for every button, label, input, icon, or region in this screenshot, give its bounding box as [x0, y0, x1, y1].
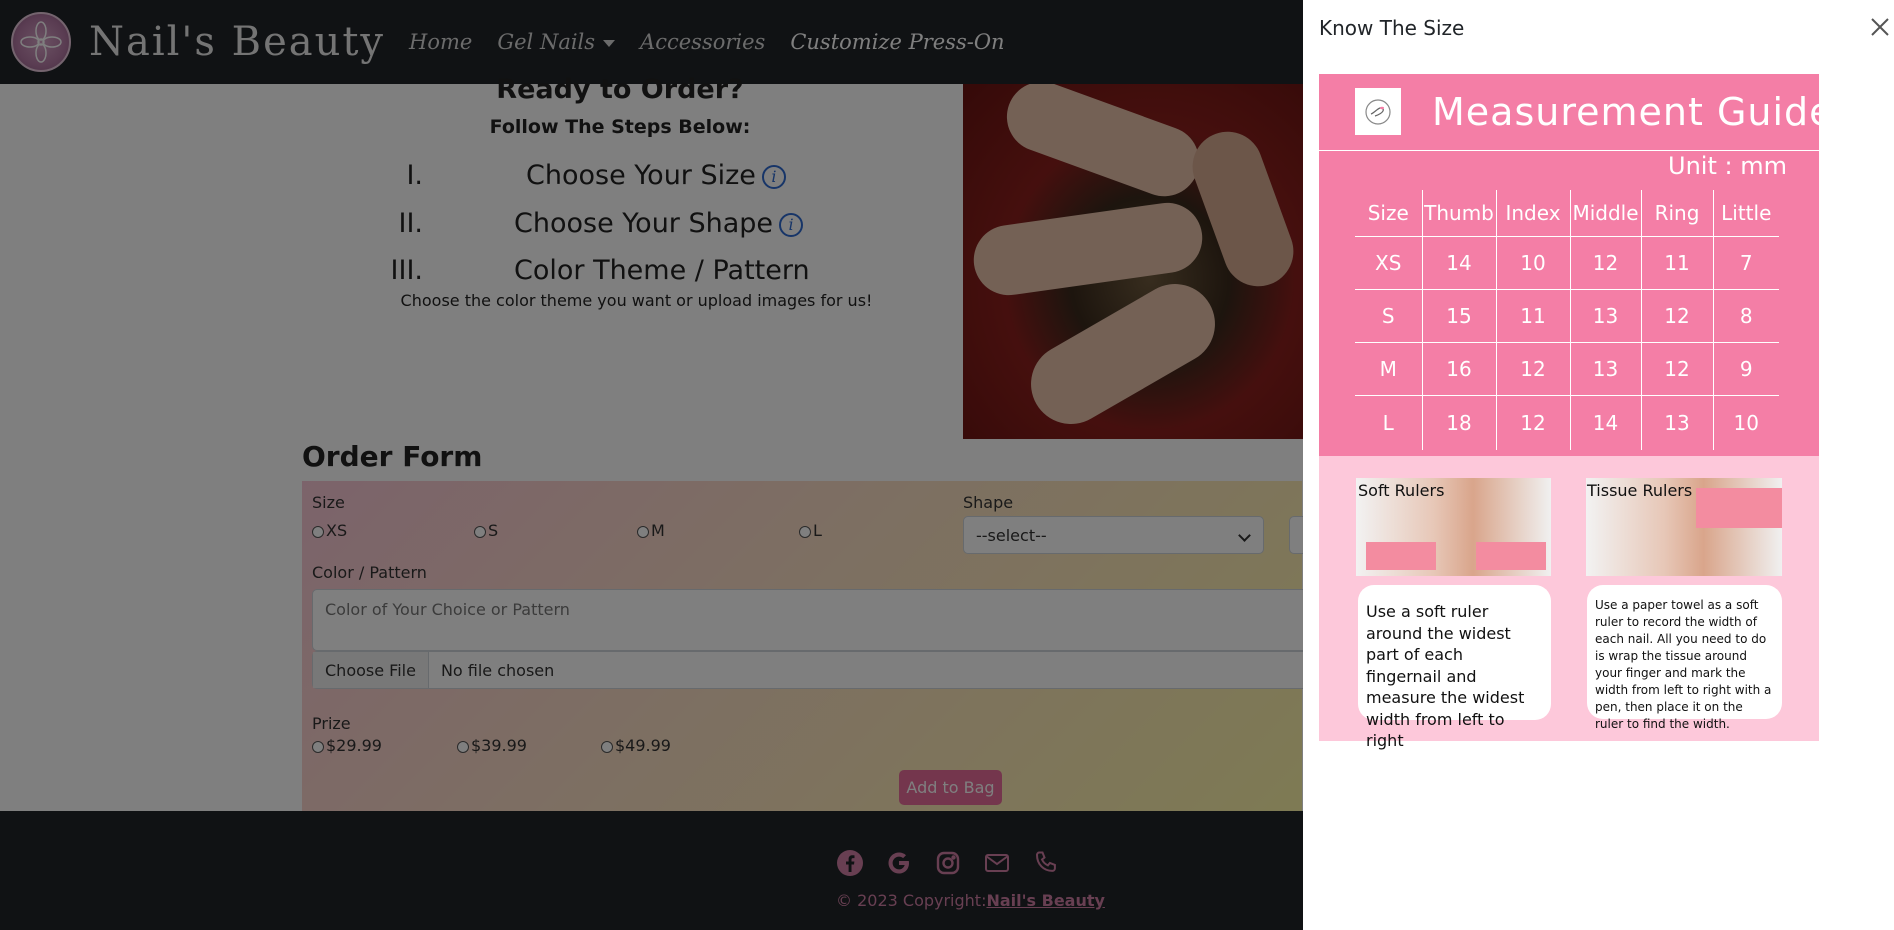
table-cell: 14	[1569, 395, 1641, 450]
table-cell: 8	[1712, 289, 1779, 343]
table-cell: 7	[1712, 236, 1779, 290]
guide-unit: Unit : mm	[1668, 152, 1787, 180]
table-cell: 12	[1495, 395, 1570, 450]
table-cell: 18	[1421, 395, 1496, 450]
table-cell: 10	[1712, 395, 1779, 450]
table-cell: 12	[1495, 342, 1570, 396]
table-cell: 12	[1640, 342, 1713, 396]
close-icon	[1871, 18, 1889, 36]
table-header-cell: Index	[1495, 190, 1570, 237]
close-button[interactable]	[1869, 16, 1891, 38]
guide-header-panel: Measurement Guide Unit : mm Size Thumb I…	[1319, 74, 1833, 456]
table-cell: 13	[1640, 395, 1713, 450]
soft-ruler-card: Use a soft ruler around the widest part …	[1358, 585, 1551, 750]
table-header-cell: Little	[1712, 190, 1779, 237]
table-header-cell: Middle	[1569, 190, 1641, 237]
table-cell: 15	[1421, 289, 1496, 343]
table-cell: S	[1355, 289, 1422, 343]
soft-ruler-label: Soft Rulers	[1358, 481, 1445, 500]
table-cell: 11	[1495, 289, 1570, 343]
measurement-guide-image: Measurement Guide Unit : mm Size Thumb I…	[1319, 74, 1833, 750]
guide-title: Measurement Guide	[1432, 90, 1834, 134]
table-cell: 14	[1421, 236, 1496, 290]
size-guide-offcanvas: Know The Size Measurement Guide Unit : m…	[1303, 0, 1894, 930]
table-header-cell: Ring	[1640, 190, 1713, 237]
table-cell: L	[1382, 410, 1394, 435]
tissue-ruler-card: Use a paper towel as a soft ruler to rec…	[1587, 585, 1782, 731]
offcanvas-title: Know The Size	[1319, 16, 1465, 40]
table-row: M 16 12 13 12 9	[1355, 342, 1779, 396]
guide-divider	[1319, 150, 1819, 151]
table-cell: 11	[1640, 236, 1713, 290]
table-cell: M	[1355, 342, 1422, 396]
guide-logo	[1355, 88, 1401, 135]
table-row: L 18 12 14 13 10	[1355, 395, 1779, 450]
size-table: Size Thumb Index Middle Ring Little XS 1…	[1355, 190, 1779, 450]
tissue-ruler-label: Tissue Rulers	[1587, 481, 1693, 500]
table-cell: 12	[1640, 289, 1713, 343]
table-cell: 16	[1421, 342, 1496, 396]
table-row: XS 14 10 12 11 7	[1355, 236, 1779, 290]
table-row: S 15 11 13 12 8	[1355, 289, 1779, 343]
table-cell: 9	[1712, 342, 1779, 396]
table-header-cell: Size	[1355, 190, 1422, 237]
size-table-header: Size Thumb Index Middle Ring Little	[1355, 190, 1779, 237]
table-cell: 10	[1495, 236, 1570, 290]
table-cell: XS	[1355, 236, 1422, 290]
table-cell: 13	[1569, 342, 1641, 396]
table-cell: 13	[1569, 289, 1641, 343]
nail-hand-icon	[1365, 98, 1391, 125]
guide-ruler-panel: Soft Rulers Use a soft ruler around the …	[1319, 456, 1819, 750]
table-cell: 12	[1569, 236, 1641, 290]
modal-backdrop[interactable]	[0, 0, 1303, 930]
table-header-cell: Thumb	[1421, 190, 1496, 237]
